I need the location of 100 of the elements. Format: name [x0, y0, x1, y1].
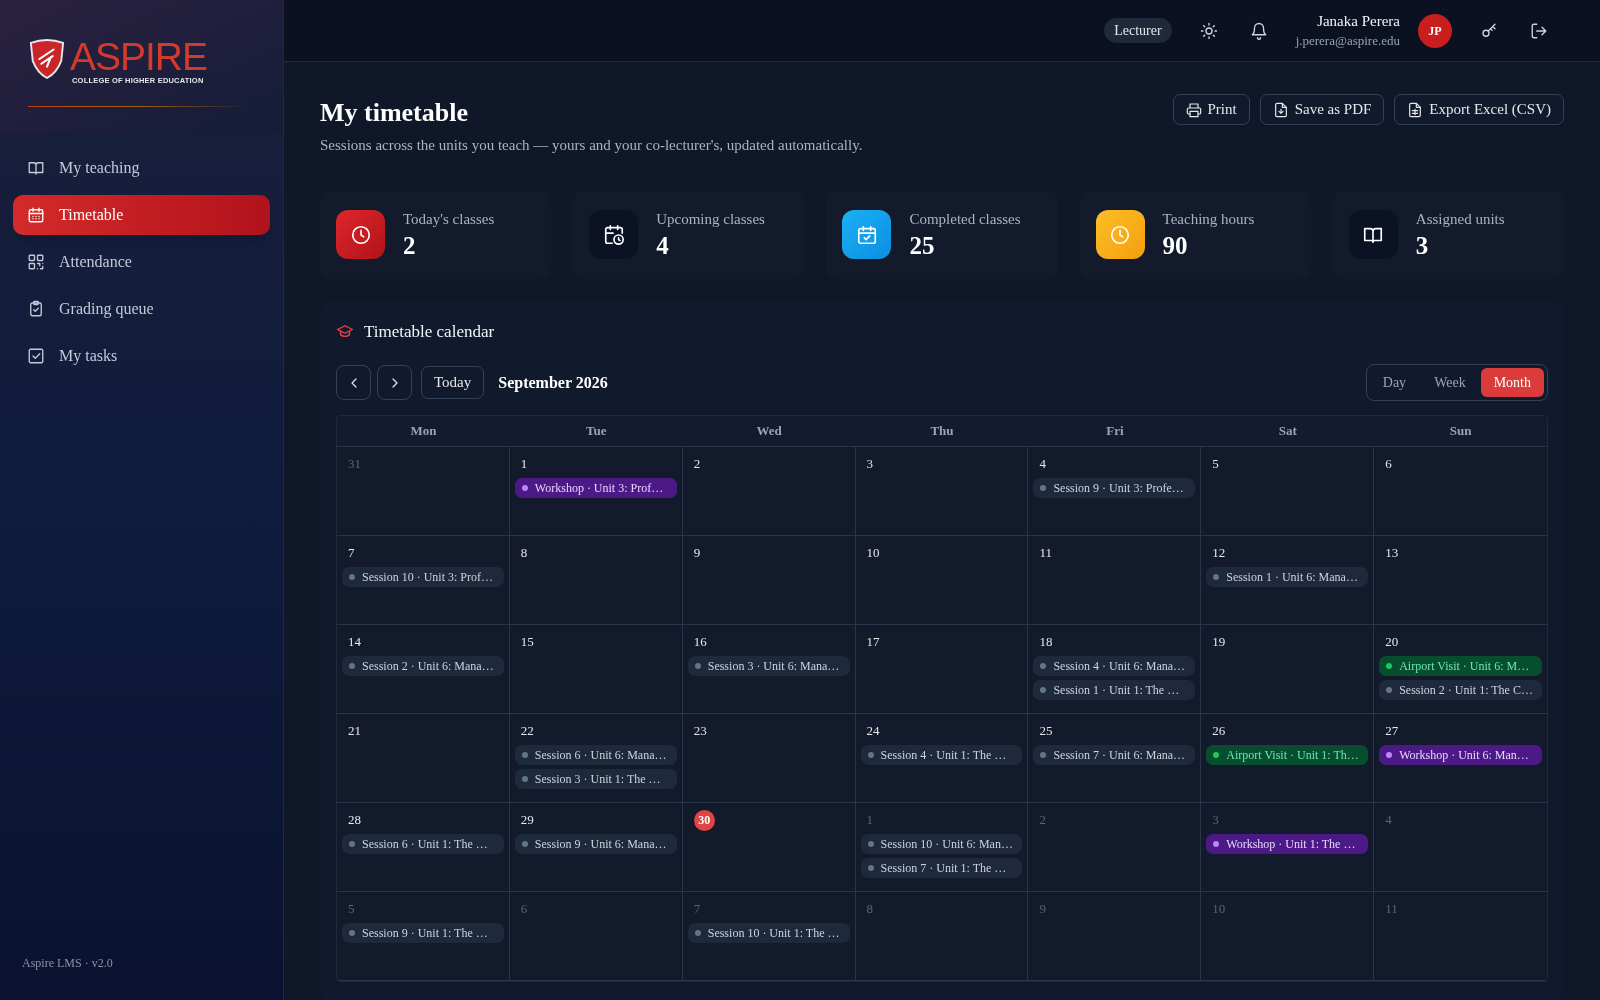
day-number: 3 [866, 455, 874, 474]
day-number: 10 [866, 544, 880, 563]
day-number: 30 [693, 809, 715, 831]
event-chip[interactable]: Session 7 · Unit 1: The … [860, 858, 1023, 878]
event-chip[interactable]: Session 9 · Unit 3: Profe… [1033, 478, 1196, 498]
event-chip[interactable]: Session 1 · Unit 6: Mana… [1206, 567, 1369, 587]
event-label: Session 9 · Unit 1: The … [362, 925, 488, 942]
event-label: Session 10 · Unit 1: The … [707, 925, 840, 942]
view-tab[interactable]: Month [1480, 368, 1544, 397]
day-number: 2 [1039, 811, 1046, 830]
calendar-title: Timetable calendar [364, 320, 495, 343]
calendar-check-icon [855, 223, 878, 246]
day-number: 5 [1212, 455, 1219, 474]
spreadsheet-icon [1407, 101, 1424, 118]
sidebar-item[interactable]: Timetable [13, 195, 270, 235]
stat-label: Teaching hours [1162, 210, 1255, 230]
event-chip[interactable]: Session 6 · Unit 1: The … [342, 834, 504, 854]
event-chip[interactable]: Session 9 · Unit 1: The … [342, 923, 504, 943]
stat-value: 25 [909, 230, 936, 261]
event-label: Session 6 · Unit 6: Mana… [534, 747, 667, 764]
toolbar-button[interactable]: Export Excel (CSV) [1394, 94, 1564, 125]
event-chip[interactable]: Session 2 · Unit 1: The C… [1379, 680, 1542, 700]
stat-label: Upcoming classes [656, 210, 765, 230]
previous-button[interactable] [336, 365, 371, 400]
day-number: 18 [1039, 633, 1053, 652]
event-chip[interactable]: Session 9 · Unit 6: Mana… [514, 834, 677, 854]
calendar-icon [27, 206, 45, 224]
qr-code-icon [27, 253, 45, 271]
event-label: Session 7 · Unit 1: The … [880, 860, 1007, 877]
day-number: 22 [520, 722, 534, 741]
sidebar-item[interactable]: My teaching [13, 148, 270, 188]
checkbox-icon [27, 347, 45, 365]
stat-label: Completed classes [909, 210, 1021, 230]
day-number: 4 [1039, 455, 1046, 474]
day-number: 11 [1385, 900, 1398, 919]
event-label: Session 3 · Unit 1: The … [534, 771, 661, 788]
day-number: 10 [1212, 900, 1226, 919]
event-chip[interactable]: Workshop · Unit 3: Prof… [514, 478, 677, 498]
page-title: My timetable [320, 97, 469, 129]
event-chip[interactable]: Session 3 · Unit 6: Mana… [687, 656, 850, 676]
day-number: 25 [1039, 722, 1053, 741]
event-label: Session 4 · Unit 6: Mana… [1053, 658, 1186, 675]
version-label: Aspire LMS · v2.0 [22, 955, 113, 972]
event-label: Session 2 · Unit 1: The C… [1399, 682, 1533, 699]
event-chip[interactable]: Workshop · Unit 6: Man… [1379, 745, 1542, 765]
logo-wordmark: ASPIRE [70, 38, 208, 76]
printer-icon [1185, 101, 1202, 118]
toolbar-button[interactable]: Save as PDF [1259, 94, 1385, 125]
day-number: 29 [520, 811, 534, 830]
stat-value: 4 [656, 230, 670, 261]
weekday-header: Sun [1448, 422, 1473, 441]
event-chip[interactable]: Airport Visit · Unit 6: M… [1379, 656, 1542, 676]
event-label: Session 6 · Unit 1: The … [362, 836, 488, 853]
event-chip[interactable]: Session 10 · Unit 1: The … [687, 923, 850, 943]
user-avatar[interactable]: JP [1418, 13, 1452, 48]
event-chip[interactable]: Workshop · Unit 1: The … [1206, 834, 1369, 854]
day-number: 13 [1385, 544, 1399, 563]
event-chip[interactable]: Session 4 · Unit 1: The … [860, 745, 1023, 765]
clock-icon [1109, 223, 1132, 246]
day-number: 19 [1212, 633, 1226, 652]
bell-icon [1249, 21, 1268, 40]
day-number: 7 [693, 900, 701, 919]
today-button[interactable]: Today [421, 366, 485, 399]
day-number: 9 [1039, 900, 1046, 919]
day-number: 26 [1212, 722, 1226, 741]
event-label: Session 2 · Unit 6: Mana… [362, 658, 494, 675]
day-number: 7 [348, 544, 355, 563]
weekday-header: Thu [929, 422, 955, 441]
event-label: Session 10 · Unit 6: Man… [880, 836, 1013, 853]
event-label: Workshop · Unit 6: Man… [1399, 747, 1529, 764]
shield-logo-icon [28, 38, 66, 80]
day-number: 4 [1385, 811, 1392, 830]
event-chip[interactable]: Airport Visit · Unit 1: Th… [1206, 745, 1369, 765]
sidebar-item[interactable]: Attendance [13, 242, 270, 282]
day-number: 28 [348, 811, 361, 830]
event-chip[interactable]: Session 2 · Unit 6: Mana… [342, 656, 504, 676]
event-label: Session 3 · Unit 6: Mana… [707, 658, 840, 675]
day-number: 1 [866, 811, 874, 830]
view-tab[interactable]: Day [1369, 368, 1420, 397]
weekday-header: Tue [585, 422, 608, 441]
view-tab[interactable]: Week [1421, 368, 1479, 397]
event-chip[interactable]: Session 3 · Unit 1: The … [514, 769, 677, 789]
event-label: Session 10 · Unit 3: Prof… [362, 569, 493, 586]
event-chip[interactable]: Session 10 · Unit 6: Man… [860, 834, 1023, 854]
weekday-header: Wed [755, 422, 783, 441]
role-badge: Lecturer [1104, 18, 1172, 43]
next-button[interactable] [377, 365, 412, 400]
sidebar-item[interactable]: Grading queue [13, 289, 270, 329]
event-chip[interactable]: Session 6 · Unit 6: Mana… [514, 745, 677, 765]
event-label: Workshop · Unit 1: The … [1226, 836, 1356, 853]
event-label: Session 4 · Unit 1: The … [880, 747, 1007, 764]
event-chip[interactable]: Session 4 · Unit 6: Mana… [1033, 656, 1196, 676]
day-number: 5 [348, 900, 355, 919]
event-chip[interactable]: Session 1 · Unit 1: The … [1033, 680, 1196, 700]
event-chip[interactable]: Session 10 · Unit 3: Prof… [342, 567, 504, 587]
toolbar-button[interactable]: Print [1172, 94, 1250, 125]
weekday-header: Sat [1277, 422, 1298, 441]
event-label: Workshop · Unit 3: Prof… [534, 480, 664, 497]
event-chip[interactable]: Session 7 · Unit 6: Mana… [1033, 745, 1196, 765]
sidebar-item[interactable]: My tasks [13, 336, 270, 376]
